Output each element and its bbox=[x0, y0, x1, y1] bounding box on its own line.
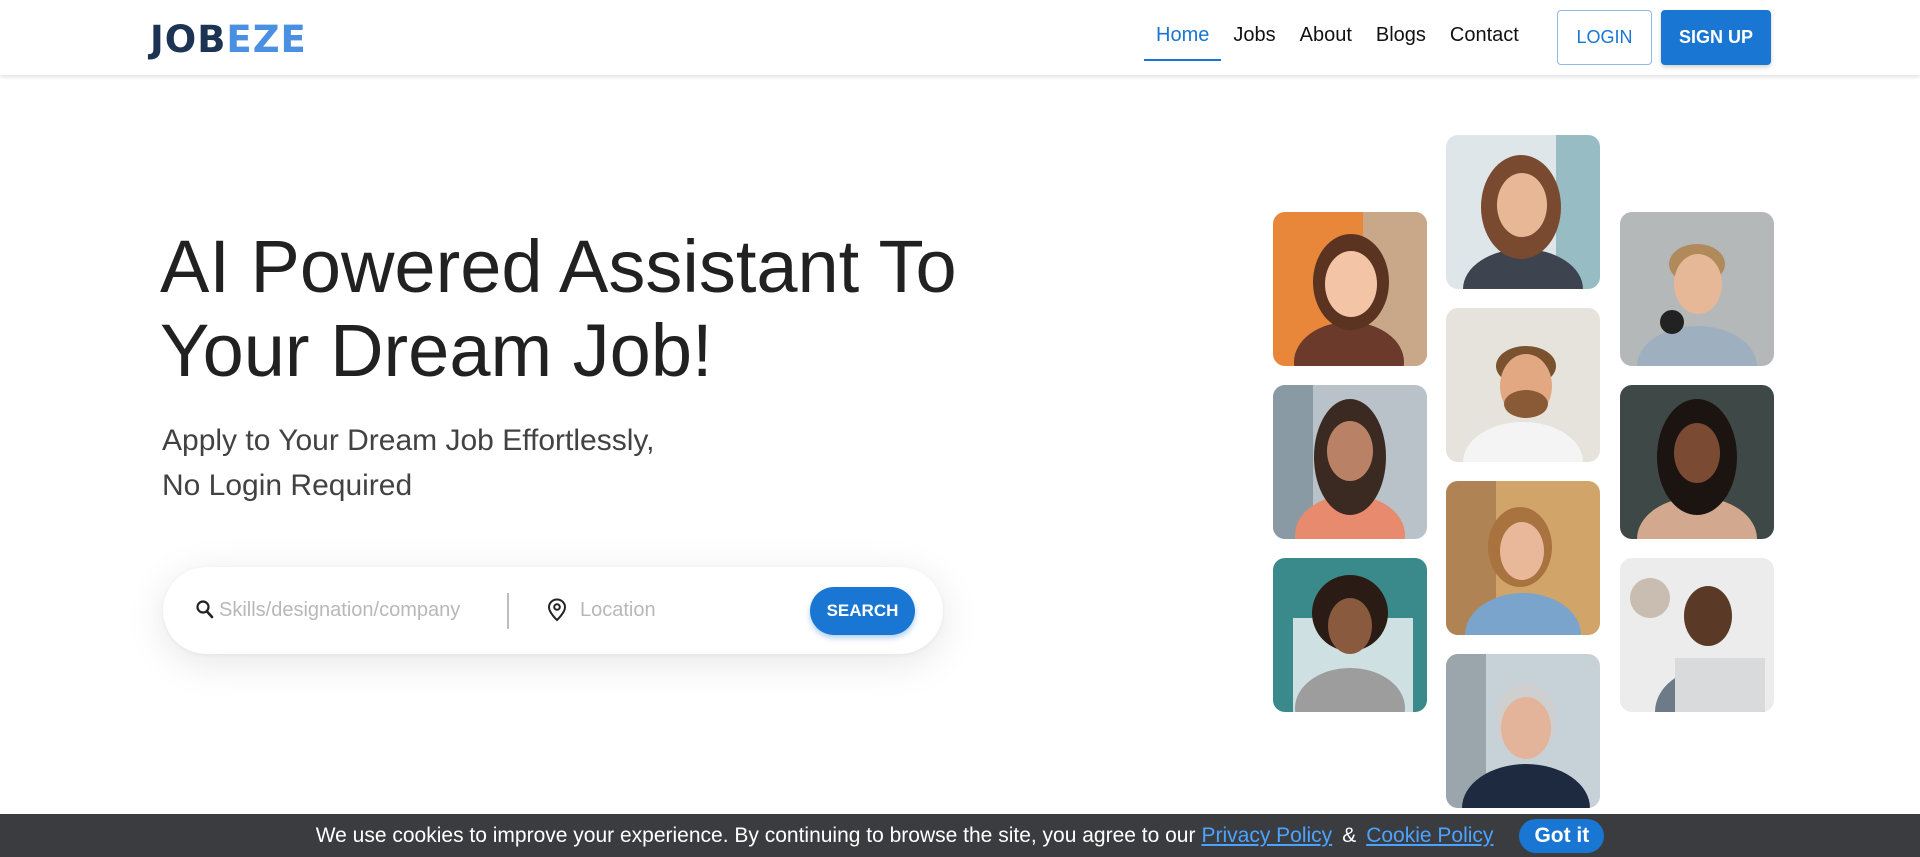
main-nav: Home Jobs About Blogs Contact bbox=[1144, 0, 1531, 75]
cookie-consent-bar: We use cookies to improve your experienc… bbox=[0, 814, 1920, 857]
hero-subtitle: Apply to Your Dream Job Effortlessly, No… bbox=[162, 418, 762, 508]
logo[interactable]: JOBEZE bbox=[150, 18, 307, 61]
nav-home[interactable]: Home bbox=[1144, 0, 1222, 75]
hero-title-line-2: Your Dream Job! bbox=[160, 309, 713, 392]
portrait-photo-9 bbox=[1620, 385, 1774, 539]
top-nav-bar: JOBEZE Home Jobs About Blogs Contact LOG… bbox=[0, 0, 1920, 75]
portrait-photo-1 bbox=[1273, 212, 1427, 366]
location-input[interactable] bbox=[580, 589, 780, 631]
nav-blogs[interactable]: Blogs bbox=[1364, 0, 1438, 75]
cookie-ampersand: & bbox=[1342, 823, 1357, 847]
logo-text-job: JOB bbox=[150, 18, 227, 61]
portrait-photo-10 bbox=[1620, 558, 1774, 712]
hero-subtitle-line-1: Apply to Your Dream Job Effortlessly, bbox=[162, 424, 655, 457]
portrait-photo-6 bbox=[1446, 481, 1600, 635]
portrait-photo-8 bbox=[1620, 212, 1774, 366]
signup-button[interactable]: SIGN UP bbox=[1661, 10, 1771, 65]
cookie-text: We use cookies to improve your experienc… bbox=[315, 823, 1196, 847]
portrait-photo-3 bbox=[1273, 558, 1427, 712]
search-divider bbox=[507, 593, 509, 629]
hero-title: AI Powered Assistant To Your Dream Job! bbox=[160, 225, 960, 393]
job-search-bar: SEARCH bbox=[163, 567, 943, 654]
portrait-photo-5 bbox=[1446, 308, 1600, 462]
nav-about[interactable]: About bbox=[1288, 0, 1364, 75]
logo-text-eze: EZE bbox=[226, 18, 307, 61]
portrait-photo-2 bbox=[1273, 385, 1427, 539]
search-button[interactable]: SEARCH bbox=[810, 587, 915, 635]
portrait-photo-4 bbox=[1446, 135, 1600, 289]
cookie-policy-link[interactable]: Cookie Policy bbox=[1366, 824, 1493, 848]
nav-contact[interactable]: Contact bbox=[1438, 0, 1531, 75]
location-pin-icon bbox=[547, 598, 567, 622]
search-icon bbox=[196, 600, 214, 619]
login-button[interactable]: LOGIN bbox=[1557, 10, 1652, 65]
nav-jobs[interactable]: Jobs bbox=[1221, 0, 1287, 75]
hero-subtitle-line-2: No Login Required bbox=[162, 469, 413, 502]
portrait-photo-7 bbox=[1446, 654, 1600, 808]
got-it-button[interactable]: Got it bbox=[1519, 818, 1605, 853]
privacy-policy-link[interactable]: Privacy Policy bbox=[1201, 824, 1332, 848]
hero-title-line-1: AI Powered Assistant To bbox=[160, 225, 957, 308]
skills-search-input[interactable] bbox=[219, 589, 484, 631]
